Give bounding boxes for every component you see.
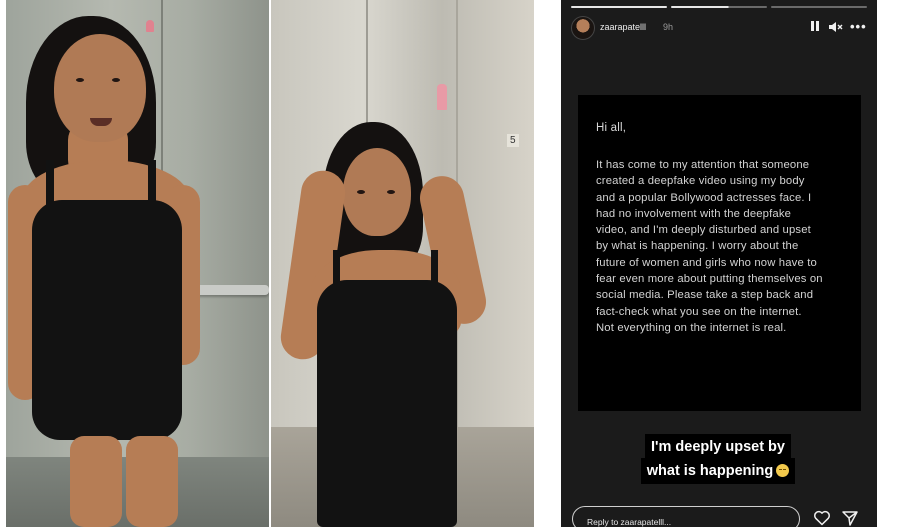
speaker-muted-icon[interactable]	[827, 19, 843, 35]
caption-line-2: what is happening	[646, 463, 774, 479]
story-viewer: zaarapatelll 9h ••• Hi all, It has come …	[561, 0, 877, 527]
note-greeting: Hi all,	[596, 122, 627, 134]
more-horizontal-icon[interactable]: •••	[850, 19, 867, 35]
reply-input[interactable]: Reply to zaarapatelll...	[572, 506, 800, 527]
reply-placeholder: Reply to zaarapatelll...	[587, 517, 672, 527]
photo-left	[6, 0, 269, 527]
progress-segment	[771, 6, 867, 8]
woman-right	[271, 0, 534, 527]
username[interactable]: zaarapatelll	[600, 22, 646, 32]
note-body: It has come to my attention that someone…	[596, 159, 823, 334]
story-progress-bar	[571, 6, 867, 8]
story-caption: I'm deeply upset by what is happening	[623, 434, 813, 484]
photo-right: 5	[271, 0, 534, 527]
story-header: zaarapatelll 9h •••	[571, 16, 867, 40]
statement-note: Hi all, It has come to my attention that…	[578, 95, 861, 411]
pause-icon[interactable]	[808, 19, 822, 33]
caption-line-2-wrap: what is happening	[640, 458, 796, 484]
progress-segment	[571, 6, 667, 8]
woman-left	[6, 0, 269, 527]
caption-line-1: I'm deeply upset by	[645, 434, 791, 460]
avatar[interactable]	[571, 16, 595, 40]
progress-segment	[671, 6, 767, 8]
disappointed-face-emoji-icon	[776, 464, 790, 477]
post-time: 9h	[663, 22, 674, 32]
heart-icon[interactable]	[813, 509, 831, 527]
send-icon[interactable]	[841, 509, 859, 527]
